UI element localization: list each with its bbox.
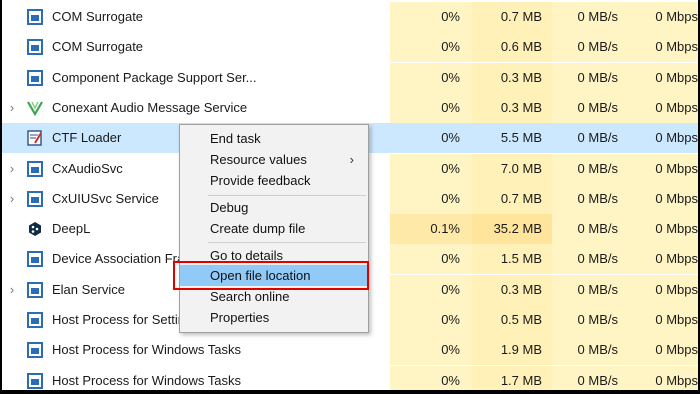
network-value: 0 Mbps [632,32,698,62]
cpu-value: 0% [390,366,472,390]
disk-value: 0 MB/s [552,305,632,335]
disk-value: 0 MB/s [552,184,632,214]
disk-value: 0 MB/s [552,93,632,123]
menu-item-properties[interactable]: Properties [180,307,368,328]
memory-value: 0.5 MB [472,305,552,335]
disk-value: 0 MB/s [552,32,632,62]
window-icon [27,373,43,389]
memory-value: 35.2 MB [472,214,552,244]
process-name: COM Surrogate [52,9,144,24]
chevron-right-icon[interactable]: › [6,154,18,184]
process-name: Component Package Support Ser... [52,70,257,85]
window-icon [27,191,43,207]
process-name: COM Surrogate [52,39,144,54]
memory-value: 7.0 MB [472,154,552,184]
window-icon [27,161,43,177]
window-icon [27,312,43,328]
cpu-value: 0% [390,275,472,305]
cpu-value: 0% [390,335,472,365]
annotation-highlight-box [173,261,369,290]
network-value: 0 Mbps [632,184,698,214]
menu-separator [208,242,366,243]
window-icon [27,342,43,358]
window-icon [27,251,43,267]
menu-item-label: Resource values [210,152,307,167]
memory-value: 0.6 MB [472,32,552,62]
network-value: 0 Mbps [632,244,698,274]
menu-item-end-task[interactable]: End task [180,128,368,149]
menu-item-create-dump-file[interactable]: Create dump file [180,218,368,239]
network-value: 0 Mbps [632,63,698,93]
memory-value: 5.5 MB [472,123,552,153]
network-value: 0 Mbps [632,214,698,244]
menu-item-provide-feedback[interactable]: Provide feedback [180,170,368,191]
cpu-value: 0% [390,184,472,214]
conexant-icon [27,100,43,117]
network-value: 0 Mbps [632,305,698,335]
network-value: 0 Mbps [632,2,698,32]
network-value: 0 Mbps [632,335,698,365]
disk-value: 0 MB/s [552,63,632,93]
process-name: Conexant Audio Message Service [52,100,248,115]
network-value: 0 Mbps [632,123,698,153]
menu-item-label: Provide feedback [210,173,311,188]
screenshot-frame: COM Surrogate 0% 0.7 MB 0 MB/s 0 Mbps COM Sur… [0,0,700,394]
disk-value: 0 MB/s [552,275,632,305]
menu-item-resource-values[interactable]: Resource values › [180,149,368,170]
menu-item-label: Create dump file [210,221,306,236]
menu-item-debug[interactable]: Debug [180,197,368,218]
disk-value: 0 MB/s [552,123,632,153]
ctf-loader-icon [27,130,43,146]
menu-item-label: Debug [210,200,249,215]
disk-value: 0 MB/s [552,244,632,274]
cpu-value: 0% [390,154,472,184]
network-value: 0 Mbps [632,93,698,123]
cpu-value: 0% [390,63,472,93]
context-menu: End task Resource values › Provide feedba… [179,124,369,333]
disk-value: 0 MB/s [552,154,632,184]
menu-separator [208,195,366,196]
chevron-right-icon[interactable]: › [6,93,18,123]
cpu-value: 0% [390,32,472,62]
disk-value: 0 MB/s [552,366,632,390]
window-icon [27,9,43,25]
process-row[interactable]: COM Surrogate 0% 0.7 MB 0 MB/s 0 Mbps [2,2,698,32]
cpu-value: 0.1% [390,214,472,244]
window-icon [27,282,43,298]
cpu-value: 0% [390,123,472,153]
process-row[interactable]: Host Process for Windows Tasks 0% 1.7 MB 0 … [2,366,698,390]
cpu-value: 0% [390,93,472,123]
cpu-value: 0% [390,2,472,32]
cpu-value: 0% [390,244,472,274]
process-row[interactable]: Host Process for Windows Tasks 0% 1.9 MB 0 … [2,335,698,365]
memory-value: 0.7 MB [472,184,552,214]
memory-value: 0.3 MB [472,275,552,305]
disk-value: 0 MB/s [552,335,632,365]
memory-value: 0.3 MB [472,63,552,93]
chevron-right-icon: › [349,152,354,167]
memory-value: 0.3 MB [472,93,552,123]
disk-value: 0 MB/s [552,2,632,32]
process-row[interactable]: Component Package Support Ser... 0% 0.3 MB… [2,63,698,93]
process-row[interactable]: COM Surrogate 0% 0.6 MB 0 MB/s 0 Mbps [2,32,698,62]
network-value: 0 Mbps [632,154,698,184]
disk-value: 0 MB/s [552,214,632,244]
window-icon [27,39,43,55]
memory-value: 1.5 MB [472,244,552,274]
menu-item-label: End task [210,131,261,146]
network-value: 0 Mbps [632,366,698,390]
menu-item-label: Properties [210,310,270,325]
cpu-value: 0% [390,305,472,335]
chevron-right-icon[interactable]: › [6,184,18,214]
memory-value: 0.7 MB [472,2,552,32]
deepl-icon [27,221,43,237]
process-name: Host Process for Windows Tasks [52,373,242,388]
memory-value: 1.9 MB [472,335,552,365]
window-icon [27,70,43,86]
network-value: 0 Mbps [632,275,698,305]
process-name: Host Process for Windows Tasks [52,342,242,357]
memory-value: 1.7 MB [472,366,552,390]
chevron-right-icon[interactable]: › [6,275,18,305]
process-row[interactable]: › Conexant Audio Message Service 0% 0.3 MB 0… [2,93,698,123]
